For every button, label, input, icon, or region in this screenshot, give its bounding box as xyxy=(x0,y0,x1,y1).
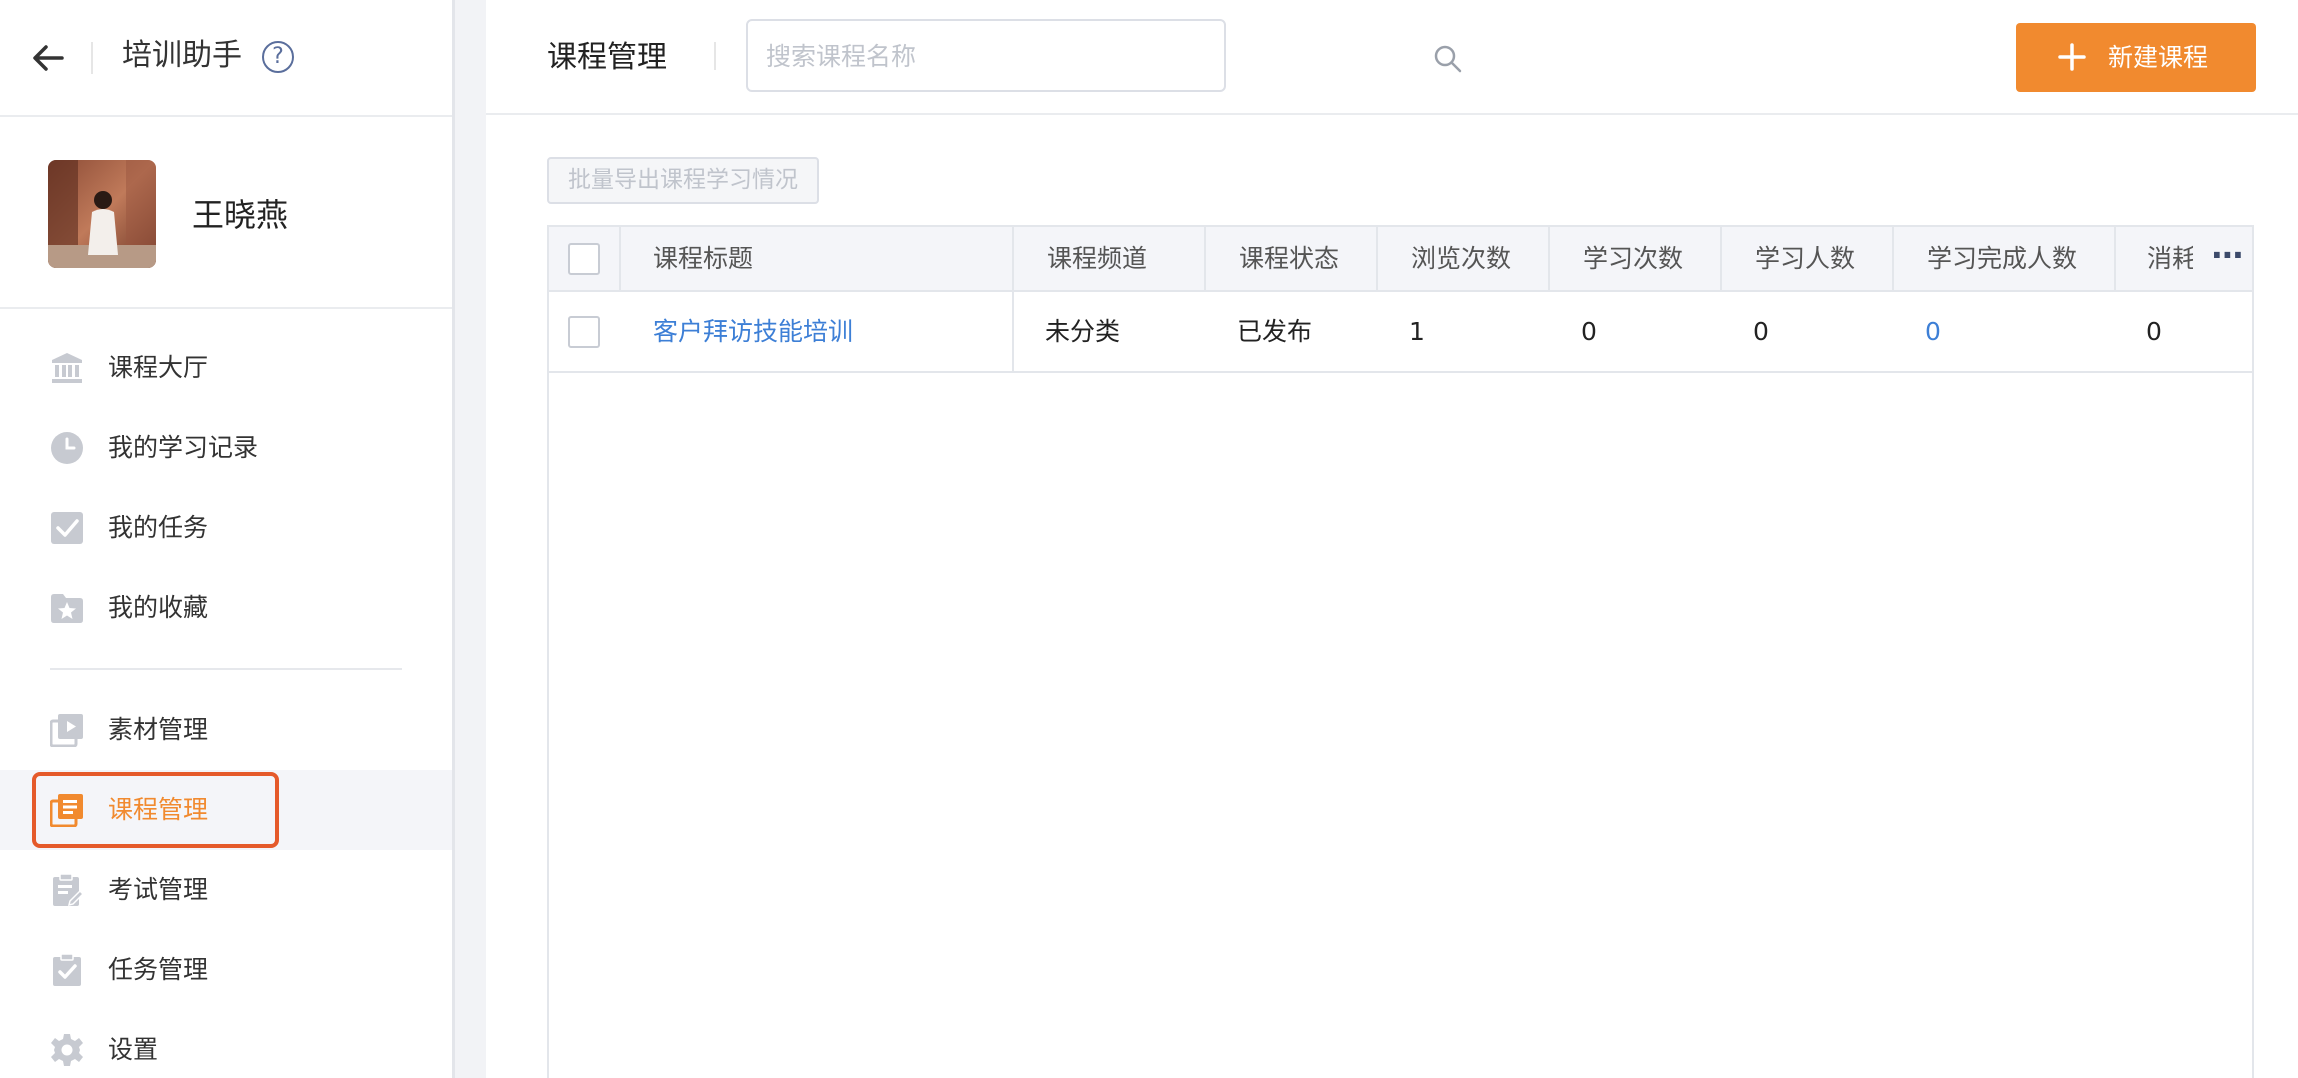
search-input[interactable] xyxy=(766,35,1166,77)
sidebar: 培训助手 ? 王晓燕 课程大厅 我的学习记录 我的任务 我的收藏 素材管理 课程… xyxy=(0,0,452,1078)
avatar[interactable] xyxy=(48,160,156,268)
new-course-label: 新建课程 xyxy=(2108,43,2209,72)
sidebar-item-my-tasks[interactable]: 我的任务 xyxy=(0,488,452,568)
sidebar-item-materials[interactable]: 素材管理 xyxy=(0,690,452,770)
cell-consumed: 0 xyxy=(2146,317,2162,346)
main-content: 课程管理 新建课程 批量导出课程学习情况 课程标题 xyxy=(486,0,2298,1078)
column-header-views[interactable]: 浏览次数 xyxy=(1411,227,1511,290)
column-divider xyxy=(619,227,621,290)
plus-icon xyxy=(2058,43,2086,71)
column-header-status[interactable]: 课程状态 xyxy=(1239,227,1339,290)
course-table: 课程标题 课程频道 课程状态 浏览次数 学习次数 学习人数 学习完成人数 消耗 … xyxy=(547,225,2254,1078)
sidebar-item-favorites[interactable]: 我的收藏 xyxy=(0,568,452,648)
app-title: 培训助手 xyxy=(122,38,242,73)
bank-icon xyxy=(50,351,84,385)
row-checkbox[interactable] xyxy=(568,316,600,348)
user-profile: 王晓燕 xyxy=(0,119,452,309)
cell-learners: 0 xyxy=(1753,317,1769,346)
course-title-link[interactable]: 客户拜访技能培训 xyxy=(653,292,853,371)
column-divider xyxy=(1012,227,1014,290)
sidebar-item-label: 考试管理 xyxy=(108,875,209,904)
user-name: 王晓燕 xyxy=(192,196,289,234)
checkbox-icon xyxy=(50,511,84,545)
star-folder-icon xyxy=(50,591,84,625)
column-header-completed[interactable]: 学习完成人数 xyxy=(1927,227,2077,290)
task-icon xyxy=(50,953,84,987)
column-divider xyxy=(1548,227,1550,290)
sidebar-item-settings[interactable]: 设置 xyxy=(0,1010,452,1078)
sidebar-gutter xyxy=(452,0,486,1078)
column-header-title[interactable]: 课程标题 xyxy=(653,227,753,290)
column-header-consumed[interactable]: 消耗 xyxy=(2147,227,2193,290)
column-divider xyxy=(1720,227,1722,290)
header-divider xyxy=(714,42,716,70)
search-icon[interactable] xyxy=(1432,43,1464,75)
sidebar-item-label: 课程大厅 xyxy=(108,353,209,382)
new-course-button[interactable]: 新建课程 xyxy=(2016,23,2256,92)
course-icon xyxy=(49,793,84,828)
sidebar-item-label: 设置 xyxy=(108,1035,159,1064)
column-divider xyxy=(1204,227,1206,290)
clock-icon xyxy=(50,431,84,465)
sidebar-item-label: 课程管理 xyxy=(108,795,209,824)
sidebar-item-label: 我的学习记录 xyxy=(108,433,259,462)
cell-views: 1 xyxy=(1409,317,1425,346)
back-arrow-icon[interactable] xyxy=(28,38,68,78)
column-divider xyxy=(1012,292,1014,371)
column-header-channel[interactable]: 课程频道 xyxy=(1047,227,1147,290)
sidebar-item-label: 素材管理 xyxy=(108,715,209,744)
cell-channel: 未分类 xyxy=(1045,317,1121,346)
search-box xyxy=(746,19,1462,92)
page-title: 课程管理 xyxy=(547,40,667,75)
sidebar-item-course-hall[interactable]: 课程大厅 xyxy=(0,328,452,408)
sidebar-item-exam-management[interactable]: 考试管理 xyxy=(0,850,452,930)
sidebar-item-label: 任务管理 xyxy=(108,955,209,984)
sidebar-item-study-record[interactable]: 我的学习记录 xyxy=(0,408,452,488)
cell-status: 已发布 xyxy=(1237,317,1313,346)
column-header-learners[interactable]: 学习人数 xyxy=(1755,227,1855,290)
table-row[interactable]: 客户拜访技能培训 未分类 已发布 1 0 0 0 0 xyxy=(549,292,2252,373)
sidebar-topbar: 培训助手 ? xyxy=(0,0,452,117)
media-icon xyxy=(49,713,84,748)
nav-divider xyxy=(50,668,402,670)
main-header: 课程管理 新建课程 xyxy=(486,0,2298,115)
more-columns-icon[interactable]: ⋯ xyxy=(2204,231,2250,286)
help-icon[interactable]: ? xyxy=(262,41,294,73)
sidebar-item-label: 我的收藏 xyxy=(108,593,209,622)
gear-icon xyxy=(50,1033,84,1067)
topbar-divider xyxy=(91,42,93,74)
column-divider xyxy=(1892,227,1894,290)
sidebar-item-task-management[interactable]: 任务管理 xyxy=(0,930,452,1010)
column-divider xyxy=(2114,227,2116,290)
app-root: 培训助手 ? 王晓燕 课程大厅 我的学习记录 我的任务 我的收藏 素材管理 课程… xyxy=(0,0,2298,1078)
column-divider xyxy=(1376,227,1378,290)
table-header: 课程标题 课程频道 课程状态 浏览次数 学习次数 学习人数 学习完成人数 消耗 … xyxy=(549,227,2252,292)
sidebar-item-label: 我的任务 xyxy=(108,513,209,542)
batch-export-button[interactable]: 批量导出课程学习情况 xyxy=(547,157,819,204)
exam-icon xyxy=(50,873,85,907)
column-header-study-count[interactable]: 学习次数 xyxy=(1583,227,1683,290)
cell-study-count: 0 xyxy=(1581,317,1597,346)
cell-completed-link[interactable]: 0 xyxy=(1925,292,1941,371)
sidebar-item-course-management[interactable]: 课程管理 xyxy=(0,770,452,850)
select-all-checkbox[interactable] xyxy=(568,243,600,275)
